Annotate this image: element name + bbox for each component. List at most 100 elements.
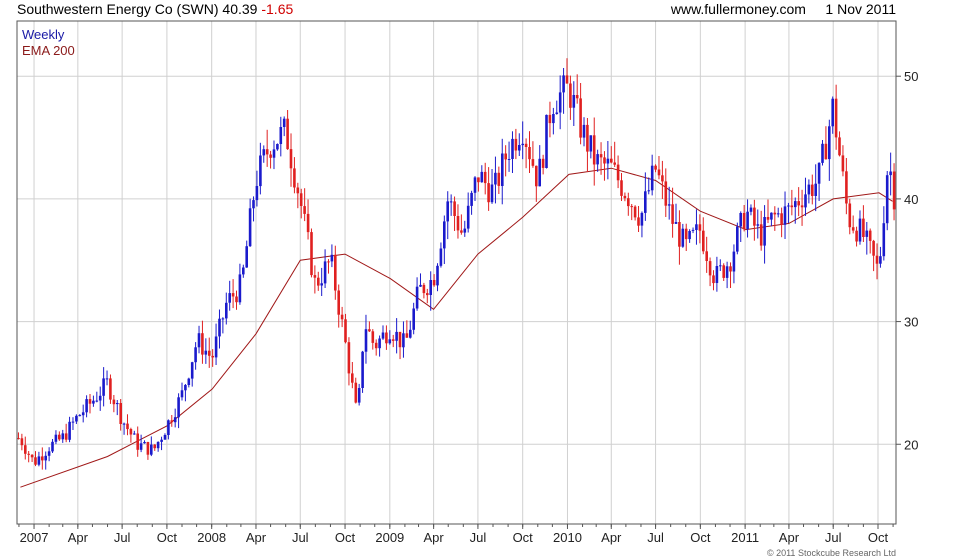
candle-body [136,433,139,450]
candle-body [426,293,429,296]
candle-body [37,456,41,465]
candle-body [105,378,109,380]
x-tick-label: Apr [68,530,89,545]
candle-body [78,415,82,417]
candle-body [541,158,545,168]
candle-body [630,206,633,208]
candle-body [374,342,378,349]
candle-body [262,149,266,156]
candle-body [637,217,640,226]
legend-weekly: Weekly [22,27,65,42]
candle-body [712,275,715,284]
candle-body [875,255,879,264]
candle-body [75,415,78,422]
x-tick-label: Jul [647,530,664,545]
candle-body [235,296,238,303]
candle-body [279,127,283,144]
candle-body [582,124,586,138]
candle-body [507,159,511,160]
candle-body [463,228,467,233]
candle-body [415,286,419,309]
candle-body [334,254,337,291]
candle-body [592,135,596,165]
candle-body [92,400,95,404]
candle-body [671,204,674,224]
candle-body [678,222,681,247]
candle-body [351,373,354,383]
candle-body [317,277,320,286]
candle-body [702,230,705,252]
candle-body [664,181,668,206]
candle-body [885,175,889,224]
candle-body [412,308,415,330]
x-tick-label: Jul [292,530,309,545]
candle-body [150,444,153,455]
candle-body [330,254,334,262]
candle-body [650,165,654,191]
copyright-text: © 2011 Stockcube Research Ltd [766,548,896,558]
candle-body [684,228,688,240]
x-tick-label: 2008 [197,530,226,545]
candle-body [122,423,126,425]
candle-body [627,198,630,207]
candle-body [340,314,344,320]
candle-body [851,227,855,231]
candle-body [402,333,405,348]
y-tick-label: 40 [904,192,918,207]
candle-body [494,172,497,185]
candle-body [228,293,231,303]
candle-body [828,126,831,160]
candle-body [800,205,804,208]
candle-body [439,248,443,266]
candle-body [184,385,187,391]
candle-body [879,256,882,264]
candle-body [208,350,211,356]
candle-body [610,158,613,163]
candle-body [221,318,225,320]
candle-body [296,187,300,194]
candle-body [95,400,99,402]
legend-ema: EMA 200 [22,43,75,58]
candle-body [357,388,361,403]
candle-body [753,207,756,226]
candle-body [613,162,616,165]
candle-body [763,217,766,246]
candle-body [453,201,456,216]
candle-body [109,378,112,400]
candle-body [783,206,787,225]
candle-body [112,399,116,405]
y-tick-label: 50 [904,69,918,84]
candle-body [487,183,490,203]
candle-body [242,267,245,275]
candle-body [865,230,869,237]
candle-body [548,114,552,124]
candle-body [705,251,708,261]
candle-body [214,336,218,358]
candle-body [514,138,518,151]
candle-body [773,212,777,215]
candle-body [231,293,235,297]
candle-body [620,180,623,196]
candle-body [848,203,852,228]
candle-body [180,390,184,398]
candle-body [814,183,817,196]
x-tick-label: Oct [157,530,178,545]
candle-body [85,399,88,413]
candle-body [565,75,569,84]
candle-body [248,208,252,247]
candle-body [589,135,593,152]
candle-body [218,318,221,337]
candle-body [647,190,651,192]
candle-body [834,98,838,138]
candle-body [477,177,480,183]
candle-body [770,212,773,220]
candle-body [405,333,409,338]
candle-body [882,223,886,257]
candle-body [272,149,276,158]
candle-body [831,98,834,127]
candle-body [64,433,68,440]
candle-body [674,222,678,224]
candle-body [807,184,811,195]
candle-body [24,445,27,454]
candle-body [504,153,507,160]
